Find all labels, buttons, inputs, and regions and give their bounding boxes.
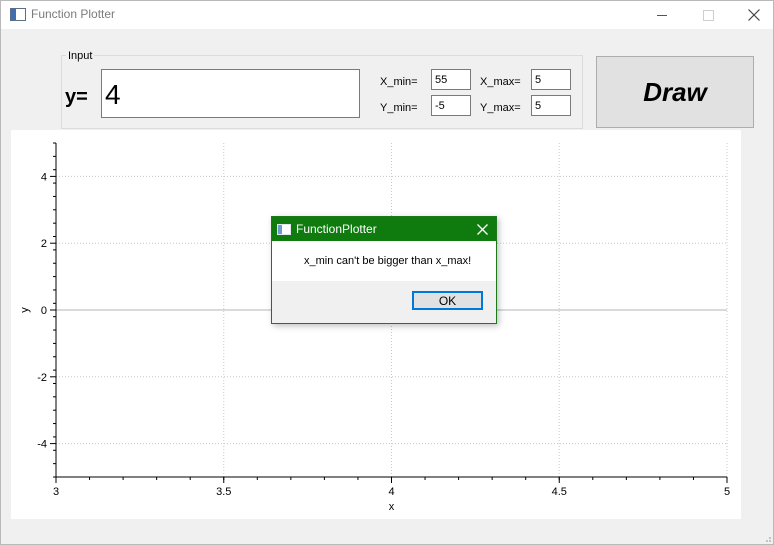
plot-area: 3 3.5 4 4.5 5 4 2 0 -2 -4 x y xyxy=(11,130,741,519)
dialog-ok-button[interactable]: OK xyxy=(412,291,483,310)
close-button[interactable] xyxy=(731,1,774,29)
x-max-input[interactable]: 5 xyxy=(531,69,571,90)
dialog-message: x_min can't be bigger than x_max! xyxy=(304,255,472,267)
y-max-input[interactable]: 5 xyxy=(531,95,571,116)
close-icon xyxy=(748,9,760,21)
y-tick-label: 0 xyxy=(41,305,47,317)
resize-grip-icon[interactable] xyxy=(762,533,772,543)
window-title: Function Plotter xyxy=(31,7,116,21)
title-bar[interactable]: Function Plotter xyxy=(1,1,773,29)
x-max-label: X_max= xyxy=(480,76,521,88)
input-group-title: Input xyxy=(66,50,95,62)
y-equals-label: y= xyxy=(65,86,88,108)
plot-chart: 3 3.5 4 4.5 5 4 2 0 -2 -4 x y xyxy=(19,142,730,513)
y-tick-label: -4 xyxy=(37,439,47,451)
y-axis-title: y xyxy=(19,307,31,313)
x-tick-label: 4 xyxy=(388,486,394,498)
x-tick-label: 3 xyxy=(53,486,59,498)
minimize-icon xyxy=(657,14,667,16)
x-min-input[interactable]: 55 xyxy=(431,69,471,90)
dialog-app-icon xyxy=(277,224,291,235)
dialog-title-bar[interactable]: FunctionPlotter xyxy=(272,217,496,241)
maximize-button[interactable] xyxy=(685,1,731,29)
app-window-icon xyxy=(10,8,26,21)
dialog-close-button[interactable] xyxy=(468,217,496,241)
y-tick-label: 2 xyxy=(41,238,47,250)
dialog-body: x_min can't be bigger than x_max! xyxy=(272,241,496,281)
minimize-button[interactable] xyxy=(639,1,685,29)
y-tick-label: 4 xyxy=(41,171,47,183)
function-expression-input[interactable]: 4 xyxy=(101,69,360,118)
x-tick-label: 5 xyxy=(724,486,730,498)
x-tick-label: 4.5 xyxy=(552,486,567,498)
x-min-label: X_min= xyxy=(380,76,418,88)
y-min-input[interactable]: -5 xyxy=(431,95,471,116)
x-axis-title: x xyxy=(389,501,395,513)
draw-button[interactable]: Draw xyxy=(596,56,754,128)
dialog-title: FunctionPlotter xyxy=(296,222,377,236)
y-max-label: Y_max= xyxy=(480,102,521,114)
close-icon xyxy=(476,223,488,235)
error-dialog: FunctionPlotter x_min can't be bigger th… xyxy=(271,216,497,324)
y-min-label: Y_min= xyxy=(380,102,418,114)
maximize-icon xyxy=(702,9,714,21)
y-tick-label: -2 xyxy=(37,372,47,384)
x-tick-label: 3.5 xyxy=(216,486,231,498)
